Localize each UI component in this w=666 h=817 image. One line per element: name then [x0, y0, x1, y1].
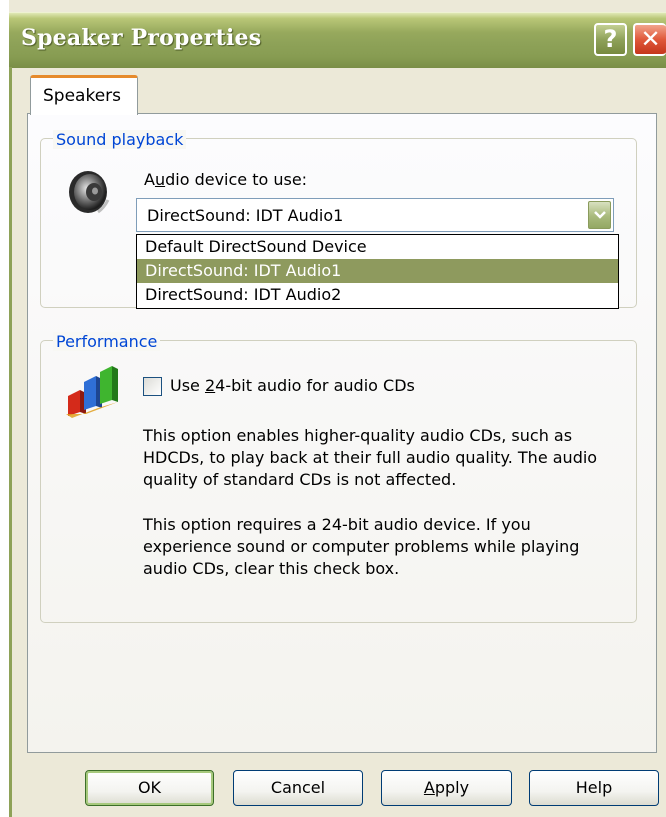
close-button[interactable]: ✕ — [633, 23, 666, 56]
performance-label: Performance — [53, 332, 161, 351]
tab-speakers[interactable]: Speakers — [30, 75, 138, 115]
chevron-down-icon — [594, 211, 606, 219]
use-24bit-audio-checkbox[interactable] — [143, 377, 162, 396]
cancel-button[interactable]: Cancel — [233, 770, 363, 806]
audio-device-dropdown-list[interactable]: Default DirectSound Device DirectSound: … — [136, 234, 619, 309]
use-24bit-audio-label[interactable]: Use 24-bit audio for audio CDs — [170, 376, 415, 395]
help-dialog-button[interactable]: Help — [529, 770, 659, 806]
performance-description-2: This option requires a 24-bit audio devi… — [143, 515, 580, 578]
help-button[interactable]: ? — [594, 23, 627, 56]
dropdown-option-idt-audio2[interactable]: DirectSound: IDT Audio2 — [137, 283, 618, 307]
audio-device-label: Audio device to use: — [144, 170, 308, 189]
ok-button[interactable]: OK — [85, 770, 214, 806]
performance-chart-icon — [64, 362, 124, 418]
apply-button[interactable]: Apply — [381, 770, 512, 806]
title-bar[interactable]: Speaker Properties ? ✕ — [9, 12, 666, 68]
dropdown-option-idt-audio1[interactable]: DirectSound: IDT Audio1 — [137, 259, 618, 283]
audio-device-combobox[interactable]: DirectSound: IDT Audio1 — [136, 198, 614, 232]
selected-device-text: DirectSound: IDT Audio1 — [147, 206, 344, 225]
performance-description-1: This option enables higher-quality audio… — [143, 426, 598, 489]
dropdown-arrow-button[interactable] — [588, 201, 611, 229]
dropdown-option-default[interactable]: Default DirectSound Device — [137, 235, 618, 259]
speaker-icon — [64, 168, 116, 218]
sound-playback-label: Sound playback — [53, 130, 187, 149]
window-title: Speaker Properties — [21, 25, 262, 51]
